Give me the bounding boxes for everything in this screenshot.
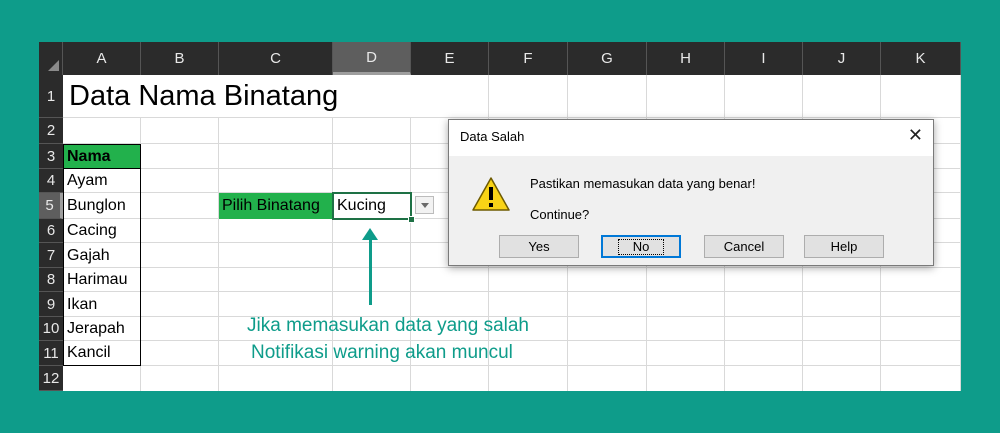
row-header-12[interactable]: 12 [39, 366, 63, 391]
animal-cell[interactable]: Cacing [63, 219, 141, 243]
gridline [960, 75, 961, 391]
close-icon[interactable]: ✕ [908, 125, 923, 146]
animal-cell[interactable]: Ikan [63, 292, 141, 317]
annotation-line-2: Notifikasi warning akan muncul [251, 342, 513, 363]
no-button[interactable]: No [601, 235, 681, 258]
row-header-4[interactable]: 4 [39, 169, 63, 193]
animal-cell[interactable]: Ayam [63, 169, 141, 193]
column-header-e[interactable]: E [411, 42, 489, 75]
picker-value-cell[interactable]: Kucing [332, 192, 412, 220]
row-header-5[interactable]: 5 [39, 193, 63, 219]
row-header-11[interactable]: 11 [39, 341, 63, 366]
column-header-a[interactable]: A [63, 42, 141, 75]
gridline [63, 267, 961, 268]
cancel-button[interactable]: Cancel [704, 235, 784, 258]
column-header-f[interactable]: F [489, 42, 568, 75]
row-header-9[interactable]: 9 [39, 292, 63, 317]
annotation-line-1: Jika memasukan data yang salah [247, 315, 529, 336]
animal-cell[interactable]: Gajah [63, 243, 141, 268]
column-header-d[interactable]: D [333, 42, 411, 75]
select-all-button[interactable] [39, 42, 63, 75]
warning-icon [472, 177, 510, 211]
annotation-arrow [369, 239, 372, 305]
chevron-down-icon [420, 202, 429, 208]
sheet-title[interactable]: Data Nama Binatang [63, 75, 423, 117]
column-header-g[interactable]: G [568, 42, 647, 75]
animal-cell[interactable]: Jerapah [63, 317, 141, 341]
dialog-question: Continue? [530, 207, 590, 222]
row-header-3[interactable]: 3 [39, 144, 63, 169]
row-header-2[interactable]: 2 [39, 118, 63, 144]
picker-label-cell[interactable]: Pilih Binatang [219, 193, 333, 219]
dialog-body: Pastikan memasukan data yang benar! Cont… [449, 156, 933, 265]
column-header-i[interactable]: I [725, 42, 803, 75]
animal-cell[interactable]: Harimau [63, 268, 141, 292]
row-header-6[interactable]: 6 [39, 219, 63, 243]
column-header-c[interactable]: C [219, 42, 333, 75]
no-button-label: No [617, 238, 665, 255]
gridline [63, 365, 961, 366]
row-header-10[interactable]: 10 [39, 317, 63, 341]
dialog-title: Data Salah [460, 129, 525, 144]
warning-dialog: Data Salah ✕ Pastikan memasukan data yan… [448, 119, 934, 266]
row-header-8[interactable]: 8 [39, 268, 63, 292]
column-header-b[interactable]: B [141, 42, 219, 75]
gridline [63, 117, 961, 118]
dropdown-button[interactable] [415, 196, 434, 214]
nama-header-cell[interactable]: Nama [63, 144, 141, 169]
gridline [63, 291, 961, 292]
help-button[interactable]: Help [804, 235, 884, 258]
gridline [63, 340, 961, 341]
gridline [218, 118, 219, 391]
column-header-k[interactable]: K [881, 42, 961, 75]
fill-handle[interactable] [408, 216, 415, 223]
yes-button[interactable]: Yes [499, 235, 579, 258]
dialog-message: Pastikan memasukan data yang benar! [530, 176, 756, 191]
animal-cell[interactable]: Bunglon [63, 193, 141, 219]
animal-cell[interactable]: Kancil [63, 341, 141, 366]
row-header-7[interactable]: 7 [39, 243, 63, 268]
column-header-h[interactable]: H [647, 42, 725, 75]
column-header-j[interactable]: J [803, 42, 881, 75]
row-header-1[interactable]: 1 [39, 75, 63, 118]
